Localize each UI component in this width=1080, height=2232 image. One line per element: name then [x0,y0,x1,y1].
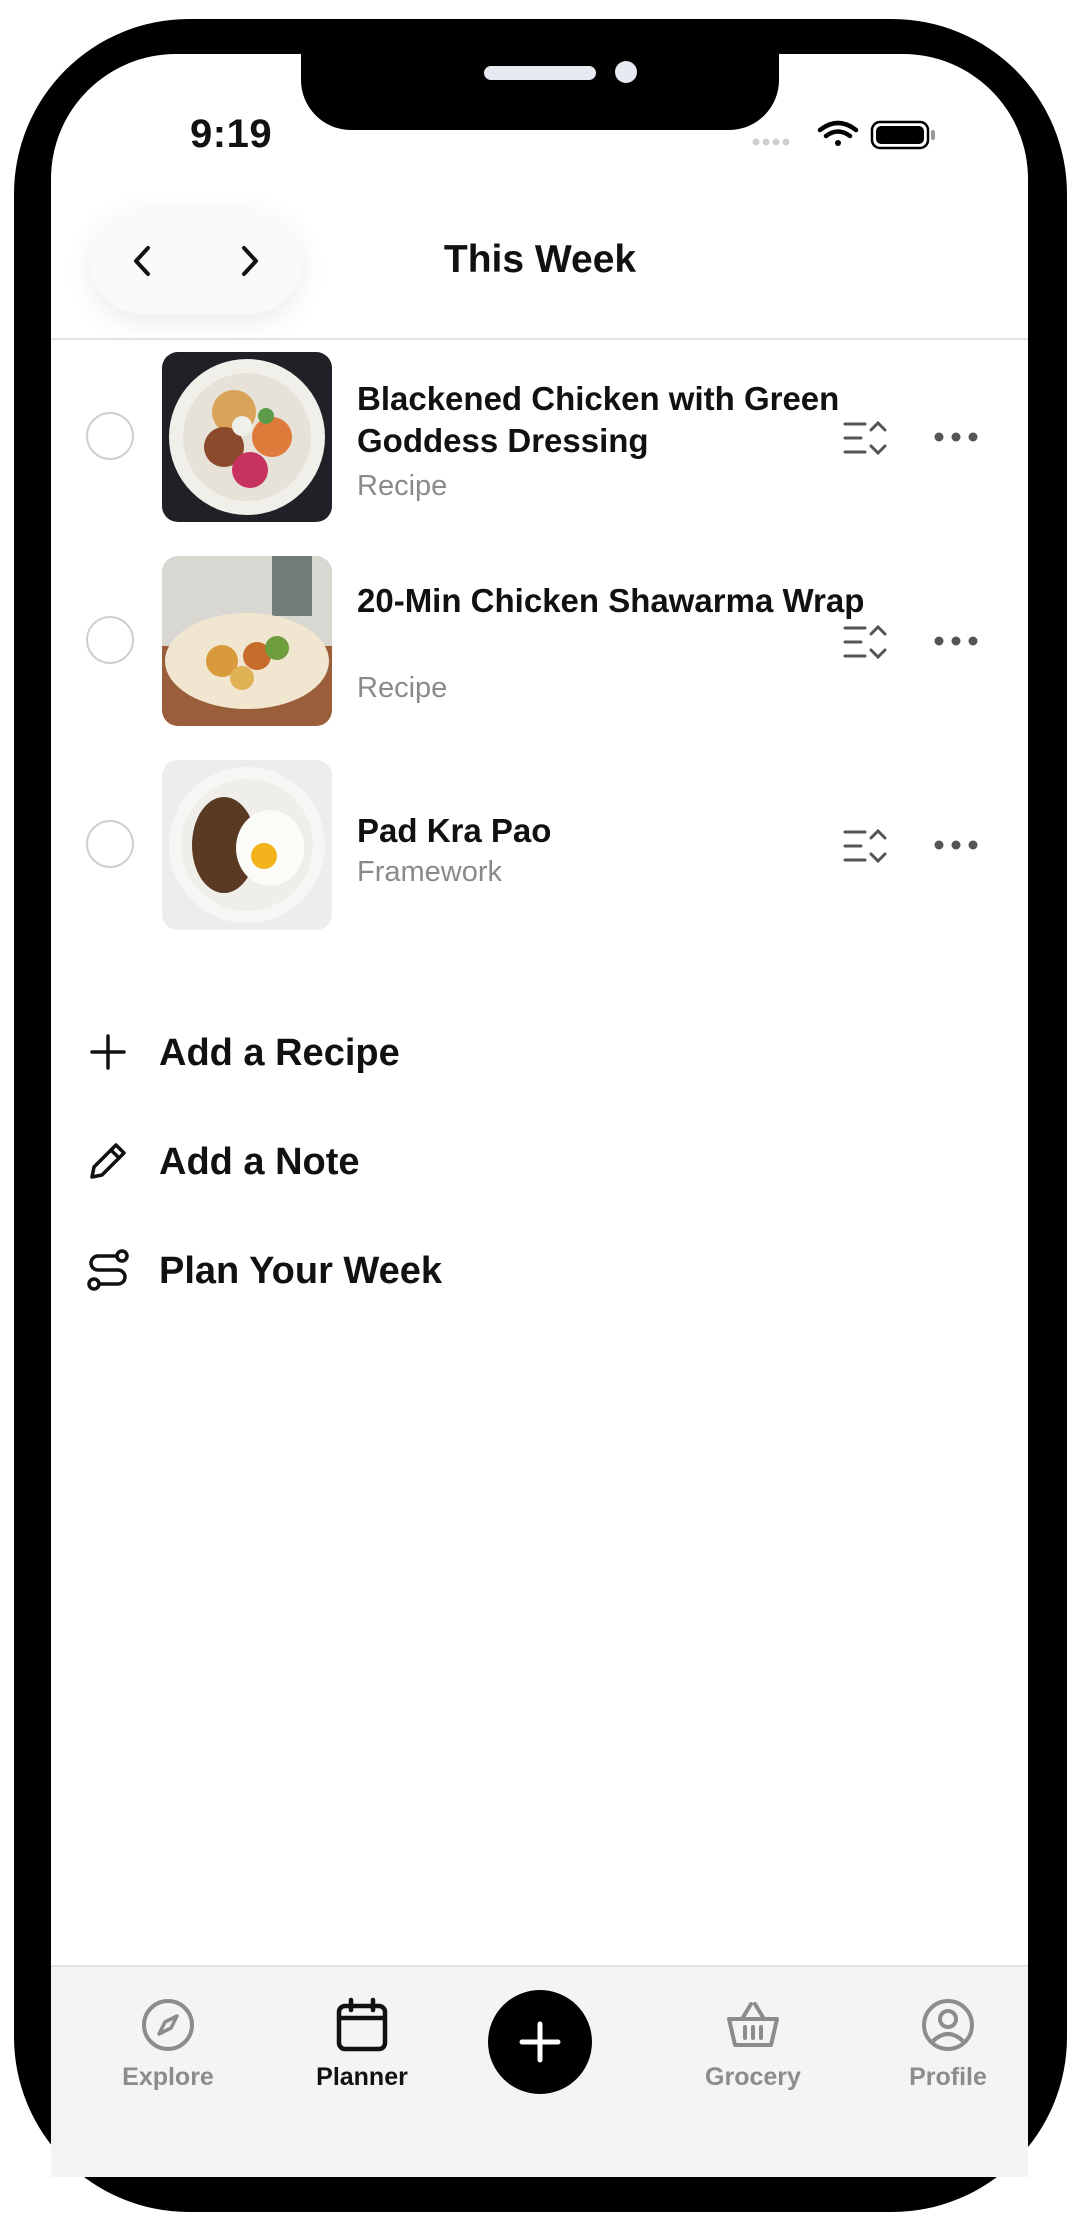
speaker-slot [484,66,596,80]
user-icon [922,1999,974,2051]
recipe-title[interactable]: 20-Min Chicken Shawarma Wrap [357,580,877,622]
plan-week-label: Plan Your Week [159,1250,442,1292]
header-divider [51,338,1028,340]
reorder-icon[interactable] [841,618,889,666]
item-checkbox[interactable] [86,412,134,460]
more-options-icon[interactable] [931,626,981,656]
tab-grocery-label: Grocery [705,2063,801,2091]
compass-icon [142,1999,194,2051]
plus-icon [519,2021,561,2063]
status-time: 9:19 [190,112,273,156]
recipe-title[interactable]: Pad Kra Pao [357,810,877,852]
plan-week-button[interactable]: Plan Your Week [84,1240,584,1300]
camera-dot [615,61,637,83]
recipe-thumbnail-rice-plate [162,760,332,930]
recipe-title[interactable]: Blackened Chicken with Green Goddess Dre… [357,378,877,462]
recipe-thumbnail-salad-bowl [162,352,332,522]
tab-profile[interactable]: Profile [868,1997,1028,2117]
tab-planner[interactable]: Planner [282,1997,442,2117]
reorder-icon[interactable] [841,414,889,462]
item-checkbox[interactable] [86,820,134,868]
wifi-icon [817,120,859,146]
add-note-label: Add a Note [159,1141,360,1183]
reorder-icon[interactable] [841,822,889,870]
add-recipe-button[interactable]: Add a Recipe [84,1022,584,1082]
battery-icon [870,120,935,150]
item-checkbox[interactable] [86,616,134,664]
tab-grocery[interactable]: Grocery [673,1997,833,2117]
basket-icon [727,2002,779,2047]
tab-profile-label: Profile [909,2063,987,2091]
planner-item[interactable]: Blackened Chicken with Green Goddess Dre… [51,352,1028,524]
add-button[interactable] [488,1990,592,2094]
add-recipe-label: Add a Recipe [159,1032,400,1074]
add-note-button[interactable]: Add a Note [84,1131,584,1191]
more-options-icon[interactable] [931,422,981,452]
tab-explore-label: Explore [122,2063,214,2091]
planner-item[interactable]: 20-Min Chicken Shawarma Wrap Recipe [51,556,1028,728]
recipe-type: Framework [357,856,503,888]
plus-icon [90,1034,126,1070]
calendar-icon [336,1997,388,2052]
route-icon [87,1249,129,1291]
more-options-icon[interactable] [931,830,981,860]
planner-item[interactable]: Pad Kra Pao Framework [51,760,1028,932]
status-icons [752,120,935,150]
tab-explore[interactable]: Explore [88,1997,248,2117]
signal-icon [752,138,790,146]
recipe-thumbnail-shawarma-wrap [162,556,332,726]
recipe-type: Recipe [357,470,448,502]
recipe-type: Recipe [357,672,448,704]
tab-planner-label: Planner [316,2063,408,2091]
page-title: This Week [443,238,637,281]
pencil-icon [90,1143,126,1179]
